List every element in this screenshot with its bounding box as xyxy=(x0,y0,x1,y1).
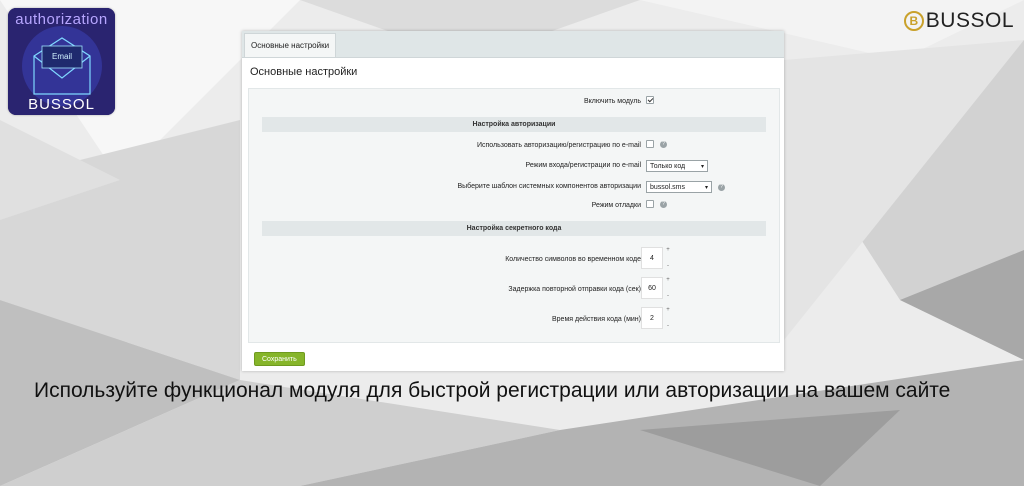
increment-icon[interactable]: + xyxy=(666,277,670,283)
code-length-stepper[interactable]: 4 + - xyxy=(641,247,673,269)
help-icon[interactable]: ? xyxy=(718,183,725,191)
code-section-header: Настройка секретного кода xyxy=(262,221,766,236)
code-length-input[interactable]: 4 xyxy=(641,247,663,269)
resend-delay-input[interactable]: 60 xyxy=(641,277,663,299)
template-label: Выберите шаблон системных компонентов ав… xyxy=(457,183,641,190)
code-length-label: Количество символов во временном коде xyxy=(505,256,641,263)
logo-top-text: authorization xyxy=(15,11,108,28)
use-email-label: Использовать авторизацию/регистрацию по … xyxy=(476,142,641,149)
brand-name: BUSSOL xyxy=(925,9,1014,32)
tab-bar: Основные настройки xyxy=(242,31,784,58)
settings-form: Включить модуль Настройка авторизации Ис… xyxy=(248,88,780,343)
panel-title: Основные настройки xyxy=(250,66,358,78)
use-email-checkbox[interactable] xyxy=(646,140,654,148)
template-row: Выберите шаблон системных компонентов ав… xyxy=(249,179,779,197)
save-button[interactable]: Сохранить xyxy=(254,352,305,366)
resend-delay-stepper[interactable]: 60 + - xyxy=(641,277,673,299)
enable-module-label: Включить модуль xyxy=(583,98,641,105)
login-mode-value: Только код xyxy=(650,162,686,170)
code-ttl-label: Время действия кода (мин) xyxy=(551,316,641,323)
module-logo: Email authorization BUSSOL xyxy=(8,8,115,115)
help-icon[interactable]: ? xyxy=(660,140,667,148)
settings-panel: Основные настройки Основные настройки Вк… xyxy=(242,31,784,371)
use-email-row: Использовать авторизацию/регистрацию по … xyxy=(249,138,779,156)
increment-icon[interactable]: + xyxy=(666,247,670,253)
enable-module-checkbox[interactable] xyxy=(646,96,654,104)
debug-row: Режим отладки ? xyxy=(249,198,779,216)
help-icon[interactable]: ? xyxy=(660,200,667,208)
debug-label: Режим отладки xyxy=(591,202,641,209)
decrement-icon[interactable]: - xyxy=(667,263,669,269)
tab-main-settings[interactable]: Основные настройки xyxy=(244,33,337,57)
decrement-icon[interactable]: - xyxy=(667,323,669,329)
template-select[interactable]: bussol.sms ▾ xyxy=(646,181,712,193)
login-mode-label: Режим входа/регистрации по e-mail xyxy=(525,162,641,169)
debug-checkbox[interactable] xyxy=(646,200,654,208)
auth-section-header: Настройка авторизации xyxy=(262,117,766,132)
login-mode-select[interactable]: Только код ▾ xyxy=(646,160,708,172)
brand-logo: B BUSSOL xyxy=(903,9,1014,33)
chevron-down-icon: ▾ xyxy=(700,163,704,170)
caption-text: Используйте функционал модуля для быстро… xyxy=(34,379,951,402)
code-ttl-input[interactable]: 2 xyxy=(641,307,663,329)
decrement-icon[interactable]: - xyxy=(667,293,669,299)
svg-text:Email: Email xyxy=(52,52,72,61)
enable-module-row: Включить модуль xyxy=(249,94,779,112)
logo-bottom-text: BUSSOL xyxy=(28,96,95,113)
login-mode-row: Режим входа/регистрации по e-mail Только… xyxy=(249,158,779,176)
chevron-down-icon: ▾ xyxy=(704,184,708,191)
coin-icon: B xyxy=(903,11,924,31)
code-ttl-stepper[interactable]: 2 + - xyxy=(641,307,673,329)
resend-delay-label: Задержка повторной отправки кода (сек) xyxy=(508,286,641,293)
increment-icon[interactable]: + xyxy=(666,307,670,313)
template-value: bussol.sms xyxy=(650,183,686,191)
